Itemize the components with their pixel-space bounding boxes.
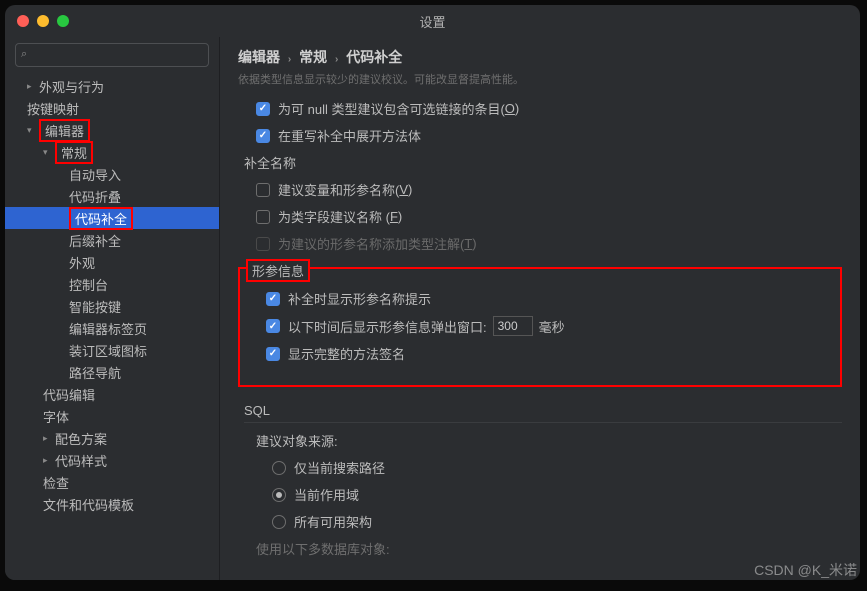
watermark: CSDN @K_米诺 xyxy=(754,560,857,580)
search-input[interactable] xyxy=(15,43,209,67)
sidebar-item[interactable]: 编辑器 xyxy=(5,119,219,141)
option-nullable[interactable]: 为可 null 类型建议包含可选链接的条目(O) xyxy=(256,99,842,118)
checkbox-icon[interactable] xyxy=(266,347,280,361)
sidebar-item-label: 外观与行为 xyxy=(39,77,104,96)
chevron-right-icon xyxy=(43,433,53,444)
sidebar-item-label: 自动导入 xyxy=(69,165,121,184)
sidebar-item[interactable]: 外观 xyxy=(5,251,219,273)
sidebar-item[interactable]: 路径导航 xyxy=(5,361,219,383)
sql-source-option[interactable]: 仅当前搜索路径 xyxy=(272,458,842,477)
sql-source-option[interactable]: 所有可用架构 xyxy=(272,512,842,531)
sidebar-item[interactable]: 代码折叠 xyxy=(5,185,219,207)
checkbox-icon[interactable] xyxy=(256,129,270,143)
sidebar-item-label: 控制台 xyxy=(69,275,108,294)
sql-source-label: 建议对象来源: xyxy=(256,431,842,450)
chevron-right-icon xyxy=(43,455,53,466)
sidebar-item[interactable]: 文件和代码模板 xyxy=(5,493,219,515)
option-class-field-names[interactable]: 为类字段建议名称 (F) xyxy=(256,207,842,226)
chevron-down-icon xyxy=(43,147,53,158)
sidebar-item[interactable]: 字体 xyxy=(5,405,219,427)
sql-source-option[interactable]: 当前作用域 xyxy=(272,485,842,504)
radio-icon[interactable] xyxy=(272,488,286,502)
sidebar-item-label: 外观 xyxy=(69,253,95,272)
sidebar-item[interactable]: 检查 xyxy=(5,471,219,493)
titlebar: 设置 xyxy=(5,5,860,37)
maximize-icon[interactable] xyxy=(57,15,69,27)
sidebar-item-label: 智能按键 xyxy=(69,297,121,316)
sidebar-item-label: 字体 xyxy=(43,407,69,426)
option-type-annotation: 为建议的形参名称添加类型注解(T) xyxy=(256,234,842,253)
sidebar-item-label: 文件和代码模板 xyxy=(43,495,134,514)
sidebar-item[interactable]: 外观与行为 xyxy=(5,75,219,97)
sidebar-item[interactable]: 按键映射 xyxy=(5,97,219,119)
window-title: 设置 xyxy=(419,12,445,31)
chevron-right-icon xyxy=(27,81,37,92)
sidebar-item-label: 代码样式 xyxy=(55,451,107,470)
sidebar-item[interactable]: 代码编辑 xyxy=(5,383,219,405)
content-pane: 编辑器 › 常规 › 代码补全 依据类型信息显示较少的建议校议。可能改显督提高性… xyxy=(220,37,860,580)
sidebar-item[interactable]: 编辑器标签页 xyxy=(5,317,219,339)
option-full-signature[interactable]: 显示完整的方法签名 xyxy=(266,344,832,363)
checkbox-icon[interactable] xyxy=(266,319,280,333)
search-icon: ⌕ xyxy=(21,48,27,61)
settings-tree: 外观与行为按键映射编辑器常规自动导入代码折叠代码补全后缀补全外观控制台智能按键编… xyxy=(5,75,219,580)
chevron-right-icon: › xyxy=(335,54,338,65)
sidebar-item[interactable]: 智能按键 xyxy=(5,295,219,317)
sql-section-title: SQL xyxy=(244,403,842,423)
sidebar-item-label: 配色方案 xyxy=(55,429,107,448)
group-completion-names: 补全名称 xyxy=(244,153,842,172)
checkbox-icon[interactable] xyxy=(256,102,270,116)
search-box: ⌕ xyxy=(15,43,209,67)
chevron-down-icon xyxy=(27,125,37,136)
checkbox-icon[interactable] xyxy=(256,183,270,197)
minimize-icon[interactable] xyxy=(37,15,49,27)
sidebar-item-label: 代码补全 xyxy=(69,207,133,230)
sidebar-item[interactable]: 配色方案 xyxy=(5,427,219,449)
option-override-body[interactable]: 在重写补全中展开方法体 xyxy=(256,126,842,145)
crumb-1[interactable]: 常规 xyxy=(299,49,327,65)
option-param-hint-on-complete[interactable]: 补全时显示形参名称提示 xyxy=(266,289,832,308)
popup-delay-input[interactable] xyxy=(493,316,533,336)
option-popup-delay[interactable]: 以下时间后显示形参信息弹出窗口: 毫秒 xyxy=(266,316,832,336)
sidebar-item[interactable]: 代码样式 xyxy=(5,449,219,471)
sidebar-item-label: 编辑器标签页 xyxy=(69,319,147,338)
sidebar-item[interactable]: 后缀补全 xyxy=(5,229,219,251)
radio-icon[interactable] xyxy=(272,515,286,529)
param-info-legend: 形参信息 xyxy=(246,259,310,282)
sidebar: ⌕ 外观与行为按键映射编辑器常规自动导入代码折叠代码补全后缀补全外观控制台智能按… xyxy=(5,37,220,580)
sidebar-item-label: 后缀补全 xyxy=(69,231,121,250)
checkbox-icon xyxy=(256,237,270,251)
option-var-param-names[interactable]: 建议变量和形参名称(V) xyxy=(256,180,842,199)
sidebar-item[interactable]: 控制台 xyxy=(5,273,219,295)
param-info-group: 形参信息 补全时显示形参名称提示 以下时间后显示形参信息弹出窗口: 毫秒 显示完… xyxy=(238,267,842,387)
hint-text: 依据类型信息显示较少的建议校议。可能改显督提高性能。 xyxy=(238,71,842,87)
sidebar-item[interactable]: 代码补全 xyxy=(5,207,219,229)
radio-icon[interactable] xyxy=(272,461,286,475)
sidebar-item-label: 代码折叠 xyxy=(69,187,121,206)
crumb-0[interactable]: 编辑器 xyxy=(238,49,280,65)
breadcrumb: 编辑器 › 常规 › 代码补全 xyxy=(238,47,842,67)
close-icon[interactable] xyxy=(17,15,29,27)
sidebar-item-label: 编辑器 xyxy=(39,119,90,142)
sidebar-item[interactable]: 装订区域图标 xyxy=(5,339,219,361)
footer-partial: 使用以下多数据库对象: xyxy=(256,539,842,558)
sidebar-item-label: 常规 xyxy=(55,141,93,164)
crumb-2: 代码补全 xyxy=(346,49,402,65)
chevron-right-icon: › xyxy=(288,54,291,65)
checkbox-icon[interactable] xyxy=(256,210,270,224)
sidebar-item[interactable]: 常规 xyxy=(5,141,219,163)
checkbox-icon[interactable] xyxy=(266,292,280,306)
sidebar-item-label: 检查 xyxy=(43,473,69,492)
sidebar-item-label: 代码编辑 xyxy=(43,385,95,404)
sidebar-item-label: 按键映射 xyxy=(27,99,79,118)
sidebar-item[interactable]: 自动导入 xyxy=(5,163,219,185)
sidebar-item-label: 装订区域图标 xyxy=(69,341,147,360)
sidebar-item-label: 路径导航 xyxy=(69,363,121,382)
